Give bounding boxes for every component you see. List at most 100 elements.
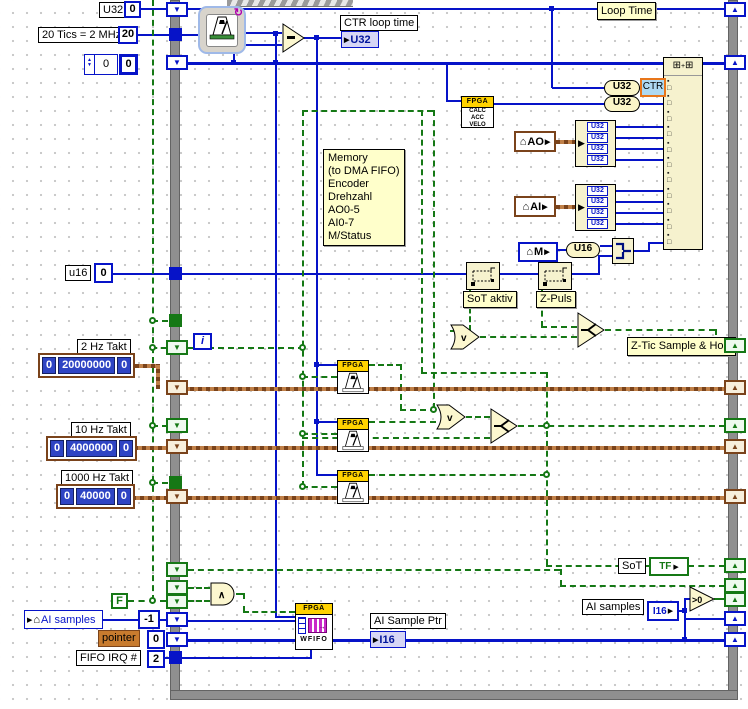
tics-value[interactable]: 20 (118, 26, 138, 44)
pointer-value[interactable]: 0 (147, 630, 165, 649)
shift-register-left[interactable]: ▼ (166, 380, 188, 395)
shift-register-left[interactable]: ▼ (166, 594, 188, 609)
shift-register-left[interactable]: ▼ (166, 632, 188, 647)
takt-2hz-cluster[interactable]: 0 20000000 0 (38, 353, 136, 378)
bool-wire (546, 372, 548, 565)
right-arrow-icon: ▶ (544, 138, 551, 146)
cluster-wire (156, 364, 160, 389)
to-u16-bullet[interactable]: U16 (566, 242, 600, 258)
shift-register-left[interactable]: ▼ (166, 562, 188, 577)
wire (640, 103, 663, 105)
cluster-value[interactable]: 0 (60, 488, 75, 505)
shift-register-right[interactable]: ▲ (724, 489, 746, 504)
shift-register-left[interactable]: ▼ (166, 439, 188, 454)
ao-global-variable[interactable]: ⌂ AO ▶ (514, 131, 556, 152)
shift-register-right[interactable]: ▲ (724, 578, 746, 593)
shift-register-right[interactable]: ▲ (724, 558, 746, 573)
unbundle-ai-node[interactable]: ▶ U32 U32 U32 U32 (575, 184, 616, 231)
ai-samples-global-ref[interactable]: ▶ ⌂ AI samples (24, 610, 103, 629)
wire (113, 273, 169, 275)
shift-register-right[interactable]: ▲ (724, 380, 746, 395)
shift-register-left[interactable]: ▼ (166, 55, 188, 70)
subtract-node[interactable] (282, 23, 305, 56)
shift-register-left[interactable]: ▼ (166, 2, 188, 17)
sot-aktiv-node[interactable] (466, 262, 500, 293)
cluster-value[interactable]: 0 (42, 357, 57, 374)
tick-count-node[interactable]: ↻ (198, 6, 246, 54)
shift-register-left[interactable]: ▼ (166, 612, 188, 627)
shift-register-right[interactable]: ▲ (724, 55, 746, 70)
or-node[interactable]: v (436, 404, 466, 433)
to-u32-bullet[interactable]: U32 (604, 96, 640, 112)
ai-global-variable[interactable]: ⌂ AI ▶ (514, 196, 556, 217)
takt-10hz-cluster[interactable]: 0 4000000 0 (46, 436, 138, 461)
spinner-arrows-icon[interactable]: ▲ ▼ (85, 55, 95, 74)
shift-register-right[interactable]: ▲ (724, 418, 746, 433)
spinner-value[interactable]: 0 (95, 55, 117, 74)
wire (616, 201, 663, 203)
shift-register-left[interactable]: ▼ (166, 340, 188, 355)
cluster-value[interactable]: 40000 (76, 488, 115, 505)
cluster-value[interactable]: 0 (50, 440, 65, 457)
bool-tunnel[interactable] (169, 314, 182, 327)
shift-register-right[interactable]: ▲ (724, 632, 746, 647)
tunnel[interactable] (169, 651, 182, 664)
ai-samples-i16-indicator[interactable]: I16 ▶ (647, 601, 679, 621)
sot-tf-indicator[interactable]: TF ▶ (649, 557, 689, 576)
spinner-value2[interactable]: 0 (119, 54, 138, 75)
fpga-takt-node[interactable]: FPGA (337, 470, 369, 504)
cluster-value[interactable]: 0 (118, 440, 134, 457)
cluster-value[interactable]: 20000000 (58, 357, 116, 374)
greater-than-zero-node[interactable]: >0 (689, 586, 716, 615)
shift-register-right[interactable]: ▲ (724, 338, 746, 353)
u16-value[interactable]: 0 (94, 263, 113, 283)
wire (316, 474, 337, 476)
to-u32-bullet[interactable]: U32 (604, 80, 640, 96)
shift-register-right[interactable]: ▲ (724, 592, 746, 607)
fpga-wfifo-node[interactable]: FPGA → WFIFO (295, 603, 333, 650)
u32-constant-value[interactable]: 0 (124, 1, 141, 18)
bool-wire (243, 611, 295, 613)
while-loop-bottom-border[interactable] (170, 690, 738, 700)
fpga-takt-node[interactable]: FPGA (337, 418, 369, 452)
tunnel[interactable] (169, 28, 182, 41)
unbundle-ao-node[interactable]: ▶ U32 U32 U32 U32 (575, 120, 616, 167)
select-node[interactable] (577, 312, 605, 351)
bool-wire (188, 600, 210, 602)
shift-register-left[interactable]: ▼ (166, 489, 188, 504)
fpga-takt-node[interactable]: FPGA (337, 360, 369, 394)
wire-junction (314, 35, 319, 40)
or-node[interactable]: v (450, 324, 480, 353)
tunnel[interactable] (169, 267, 182, 280)
bool-junction (543, 471, 550, 478)
cluster-value[interactable]: 4000000 (66, 440, 117, 457)
wire (493, 103, 604, 105)
and-node[interactable]: ∧ (210, 582, 236, 609)
shift-register-right[interactable]: ▲ (724, 2, 746, 17)
bool-junction (149, 344, 156, 351)
shift-register-left[interactable]: ▼ (166, 418, 188, 433)
shift-register-right[interactable]: ▲ (724, 611, 746, 626)
join-numbers-node[interactable] (612, 238, 634, 267)
takt-1000hz-cluster[interactable]: 0 40000 0 (56, 484, 135, 509)
cluster-value[interactable]: 0 (117, 357, 132, 374)
ctr-loop-time-indicator[interactable]: ▶ U32 (341, 31, 379, 48)
ai-sample-ptr-indicator[interactable]: ▶ I16 (370, 631, 406, 648)
right-arrow-icon: ▶ (344, 36, 350, 44)
ai-samples-init-value[interactable]: -1 (138, 610, 160, 629)
shift-register-right[interactable]: ▲ (724, 439, 746, 454)
false-constant[interactable]: F (111, 593, 128, 609)
fifo-irq-value[interactable]: 2 (147, 650, 165, 668)
select-node[interactable] (490, 408, 518, 447)
bool-wire (152, 0, 154, 601)
ctr-tag[interactable]: CTR (640, 78, 666, 97)
m-global-variable[interactable]: ⌂ M ▶ (518, 242, 558, 262)
cluster-value[interactable]: 0 (116, 488, 131, 505)
spinner-control[interactable]: ▲ ▼ 0 (84, 54, 118, 75)
fpga-calc-acc-velo-node[interactable]: FPGA CALC ACC VELO (461, 96, 494, 128)
bool-wire (369, 421, 436, 423)
bool-tunnel[interactable] (169, 476, 182, 489)
shift-register-left[interactable]: ▼ (166, 580, 188, 595)
iteration-terminal[interactable]: i (193, 333, 212, 350)
z-puls-node[interactable] (538, 262, 572, 293)
